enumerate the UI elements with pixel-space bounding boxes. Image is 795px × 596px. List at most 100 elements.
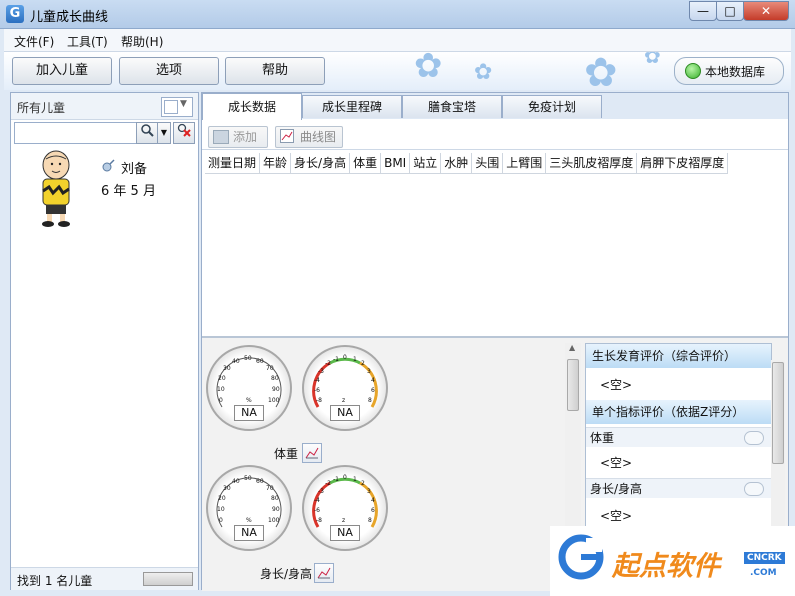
scroll-thumb[interactable] bbox=[772, 362, 784, 464]
chart-icon bbox=[280, 129, 294, 143]
weight-percentile-gauge: 0 10 20 30 40 50 60 70 80 90 100 % NA bbox=[206, 345, 292, 431]
column-header[interactable]: 头围 bbox=[472, 153, 504, 173]
gauge-tick: 30 bbox=[223, 485, 231, 492]
column-header[interactable]: 年龄 bbox=[260, 153, 292, 173]
gauge-tick: 4 bbox=[371, 497, 375, 504]
gauge-value: NA bbox=[330, 405, 360, 421]
add-child-button[interactable]: 加入儿童 bbox=[12, 57, 112, 85]
watermark-text: 起点软件 bbox=[612, 551, 720, 582]
child-avatar bbox=[42, 150, 70, 227]
gauge-tick: 20 bbox=[218, 375, 226, 382]
gauge-tick: 6 bbox=[371, 387, 375, 394]
table-header: 测量日期 年龄 身长/身高 体重 BMI 站立 水肿 头围 上臂围 三头肌皮褶厚… bbox=[205, 153, 729, 174]
weight-chart-button[interactable] bbox=[302, 443, 322, 463]
height-zscore-gauge: -8 -6 -4 -3 -2 -1 0 1 2 3 4 6 8 z NA bbox=[302, 465, 388, 551]
column-header[interactable]: 身长/身高 bbox=[291, 153, 351, 173]
gauge-tick: -2 bbox=[325, 360, 331, 367]
menu-tools[interactable]: 工具(T) bbox=[67, 33, 108, 50]
column-header[interactable]: 肩胛下皮褶厚度 bbox=[637, 153, 729, 173]
gauge-tick: 4 bbox=[371, 377, 375, 384]
gauge-unit: % bbox=[246, 517, 252, 524]
gauge-unit: z bbox=[342, 397, 346, 404]
weight-zscore-gauge: -8 -6 -4 -3 -2 -1 0 1 2 3 4 6 8 z NA bbox=[302, 345, 388, 431]
chevron-down-icon: ▼ bbox=[180, 99, 187, 109]
overall-eval-header: 生长发育评价（综合评价） bbox=[586, 344, 771, 368]
gauge-tick: -8 bbox=[316, 517, 322, 524]
list-item[interactable]: 刘备 6 年 5 月 bbox=[21, 149, 191, 229]
menu-file[interactable]: 文件(F) bbox=[14, 33, 54, 50]
height-label: 身长/身高 bbox=[260, 567, 313, 581]
app-icon: G bbox=[6, 5, 24, 23]
gauge-tick: 1 bbox=[353, 476, 357, 483]
search-input[interactable] bbox=[14, 122, 146, 144]
eval-item-label: 体重 bbox=[590, 431, 615, 445]
eval-toggle[interactable] bbox=[744, 431, 764, 445]
gauge-tick: 2 bbox=[361, 360, 365, 367]
gauge-tick: -1 bbox=[333, 356, 339, 363]
tab-food-pyramid[interactable]: 膳食宝塔 bbox=[402, 95, 502, 118]
gauge-tick: 8 bbox=[368, 397, 372, 404]
child-list-panel: 所有儿童 ▼ ▼ 刘备 6 年 5 月 找到 1 名儿童 bbox=[10, 92, 199, 590]
title-bar: G 儿童成长曲线 — □ ✕ bbox=[0, 0, 795, 29]
search-options-button[interactable]: ▼ bbox=[157, 122, 171, 144]
gauge-value: NA bbox=[234, 525, 264, 541]
gauge-tick: 80 bbox=[271, 375, 279, 382]
progress-indicator bbox=[143, 572, 193, 586]
status-dot-icon bbox=[685, 63, 701, 79]
flower-decoration-icon: ✿ bbox=[644, 52, 661, 68]
help-button[interactable]: 帮助 bbox=[225, 57, 325, 85]
options-button[interactable]: 选项 bbox=[119, 57, 219, 85]
filter-header: 所有儿童 ▼ bbox=[11, 93, 198, 120]
chevron-down-icon: ▼ bbox=[160, 128, 168, 137]
column-header[interactable]: 水肿 bbox=[441, 153, 473, 173]
clear-filter-icon bbox=[177, 123, 191, 137]
gauge-tick: 8 bbox=[368, 517, 372, 524]
height-chart-button[interactable] bbox=[314, 563, 334, 583]
child-name: 刘备 bbox=[121, 162, 148, 177]
add-icon bbox=[213, 130, 229, 144]
gauge-value: NA bbox=[234, 405, 264, 421]
add-record-button[interactable]: 添加 bbox=[208, 126, 268, 148]
column-header[interactable]: 三头肌皮褶厚度 bbox=[546, 153, 638, 173]
clear-search-button[interactable] bbox=[173, 122, 195, 144]
eval-toggle[interactable] bbox=[744, 482, 764, 496]
local-db-button[interactable]: 本地数据库 bbox=[674, 57, 784, 85]
gauge-tick: 90 bbox=[272, 506, 280, 513]
menu-help[interactable]: 帮助(H) bbox=[121, 33, 163, 50]
single-eval-header: 单个指标评价（依据Z评分） bbox=[586, 400, 771, 424]
column-header[interactable]: 测量日期 bbox=[205, 153, 261, 173]
gauge-tick: -2 bbox=[325, 480, 331, 487]
watermark: 起点软件 CNCRK .COM bbox=[550, 526, 795, 596]
search-icon bbox=[141, 124, 154, 137]
column-header[interactable]: 体重 bbox=[350, 153, 382, 173]
tab-growth-data[interactable]: 成长数据 bbox=[202, 93, 302, 120]
curve-chart-button[interactable]: 曲线图 bbox=[275, 126, 343, 148]
search-button[interactable] bbox=[136, 122, 158, 144]
gauge-tick: 0 bbox=[219, 517, 223, 524]
column-header[interactable]: 站立 bbox=[410, 153, 442, 173]
minimize-button[interactable]: — bbox=[689, 1, 717, 21]
gauge-scrollbar[interactable]: ▲ bbox=[565, 343, 581, 531]
gauge-tick: -3 bbox=[318, 368, 324, 375]
gauge-tick: 40 bbox=[232, 358, 240, 365]
tab-immunization[interactable]: 免疫计划 bbox=[502, 95, 602, 118]
flower-decoration-icon: ✿ bbox=[584, 52, 618, 90]
column-header[interactable]: BMI bbox=[381, 153, 411, 173]
gauge-tick: 0 bbox=[343, 354, 347, 361]
gauge-tick: 70 bbox=[266, 485, 274, 492]
tab-milestones[interactable]: 成长里程碑 bbox=[302, 95, 402, 118]
column-header[interactable]: 上臂围 bbox=[503, 153, 547, 173]
close-button[interactable]: ✕ bbox=[743, 1, 789, 21]
filter-dropdown[interactable]: ▼ bbox=[161, 97, 193, 117]
weight-label: 体重 bbox=[274, 447, 299, 461]
gauge-tick: -4 bbox=[314, 377, 320, 384]
gauge-tick: 80 bbox=[271, 495, 279, 502]
gauge-group: 0 10 20 30 40 50 60 70 80 90 100 % NA -8… bbox=[206, 345, 566, 585]
gauge-tick: -6 bbox=[314, 387, 320, 394]
overall-eval-value: <空> bbox=[600, 378, 633, 392]
eval-scrollbar[interactable] bbox=[771, 360, 785, 531]
child-count-bar: 找到 1 名儿童 bbox=[11, 567, 198, 590]
scroll-thumb[interactable] bbox=[567, 359, 579, 411]
gauge-tick: 20 bbox=[218, 495, 226, 502]
maximize-button[interactable]: □ bbox=[716, 1, 744, 21]
